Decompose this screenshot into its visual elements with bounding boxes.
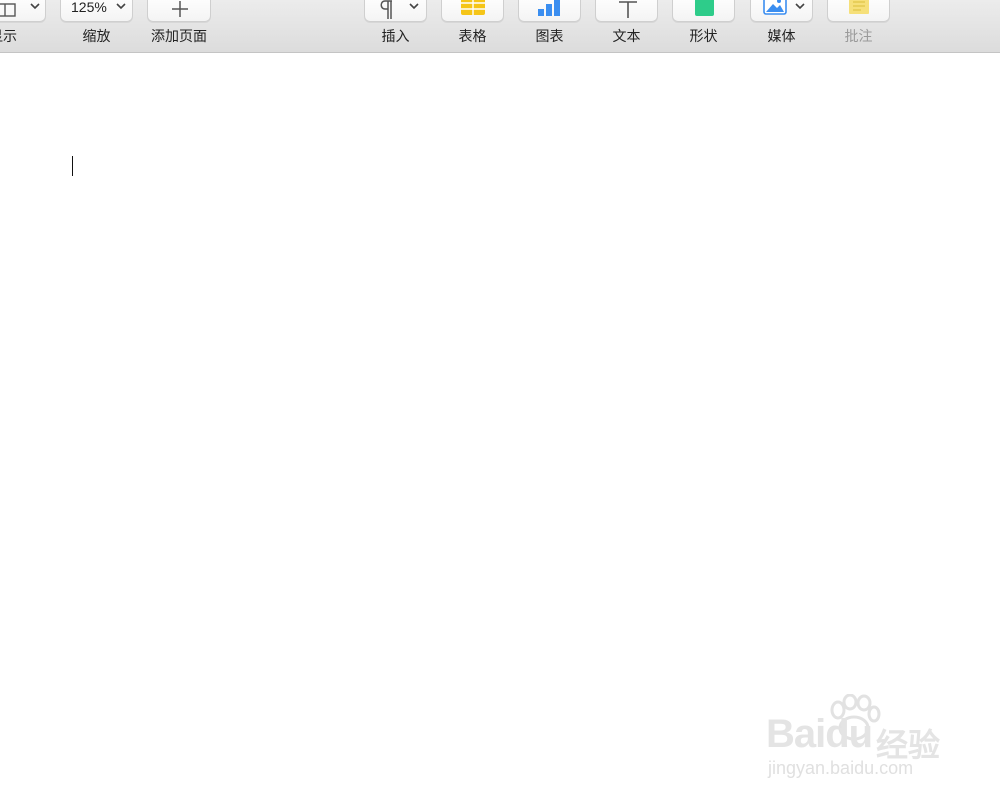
shape-button[interactable] bbox=[672, 0, 735, 22]
insert-label: 插入 bbox=[381, 29, 410, 45]
chart-tool[interactable]: 图表 bbox=[518, 0, 581, 52]
shape-icon bbox=[695, 0, 714, 16]
chevron-down-icon bbox=[409, 3, 419, 10]
media-tool[interactable]: 媒体 bbox=[750, 0, 813, 52]
chevron-down-icon bbox=[116, 3, 126, 10]
chart-label: 图表 bbox=[535, 29, 564, 45]
media-icon bbox=[763, 0, 787, 15]
zoom-label: 缩放 bbox=[82, 29, 111, 45]
document-canvas[interactable] bbox=[0, 53, 1000, 803]
text-button[interactable] bbox=[595, 0, 658, 22]
chevron-down-icon bbox=[30, 3, 40, 10]
zoom-value: 125% bbox=[71, 0, 107, 15]
comment-icon bbox=[849, 0, 869, 14]
insert-tool[interactable]: 插入 bbox=[364, 0, 427, 52]
view-tool[interactable]: 显示 bbox=[0, 0, 50, 52]
paragraph-icon bbox=[380, 0, 392, 19]
table-label: 表格 bbox=[458, 29, 487, 45]
shape-label: 形状 bbox=[689, 29, 718, 45]
watermark-url: jingyan.baidu.com bbox=[768, 758, 914, 778]
chart-button[interactable] bbox=[518, 0, 581, 22]
chevron-down-icon bbox=[795, 3, 805, 10]
comment-label: 批注 bbox=[844, 29, 873, 45]
view-label: 显示 bbox=[0, 29, 17, 45]
comment-tool[interactable]: 批注 bbox=[827, 0, 890, 52]
zoom-tool[interactable]: 125% 缩放 bbox=[60, 0, 133, 52]
text-cursor bbox=[72, 156, 73, 176]
zoom-select[interactable]: 125% bbox=[60, 0, 133, 22]
table-button[interactable] bbox=[441, 0, 504, 22]
text-label: 文本 bbox=[612, 29, 641, 45]
table-icon bbox=[461, 0, 485, 15]
text-tool[interactable]: 文本 bbox=[595, 0, 658, 52]
add-page-label: 添加页面 bbox=[151, 29, 207, 45]
view-button[interactable] bbox=[0, 0, 46, 22]
view-layout-icon bbox=[0, 3, 16, 17]
table-tool[interactable]: 表格 bbox=[441, 0, 504, 52]
text-icon bbox=[619, 1, 637, 18]
shape-tool[interactable]: 形状 bbox=[672, 0, 735, 52]
toolbar: 显示 125% 缩放 添加页面 插入 bbox=[0, 0, 1000, 53]
add-page-button[interactable] bbox=[147, 0, 211, 22]
watermark: Baidu 经验 jingyan.baidu.com bbox=[766, 692, 966, 792]
insert-button[interactable] bbox=[364, 0, 427, 22]
chart-icon bbox=[538, 0, 560, 16]
add-page-tool[interactable]: 添加页面 bbox=[147, 0, 211, 52]
comment-button[interactable] bbox=[827, 0, 890, 22]
plus-icon bbox=[172, 1, 188, 17]
media-button[interactable] bbox=[750, 0, 813, 22]
watermark-logo: Baidu bbox=[766, 712, 873, 756]
media-label: 媒体 bbox=[767, 29, 796, 45]
